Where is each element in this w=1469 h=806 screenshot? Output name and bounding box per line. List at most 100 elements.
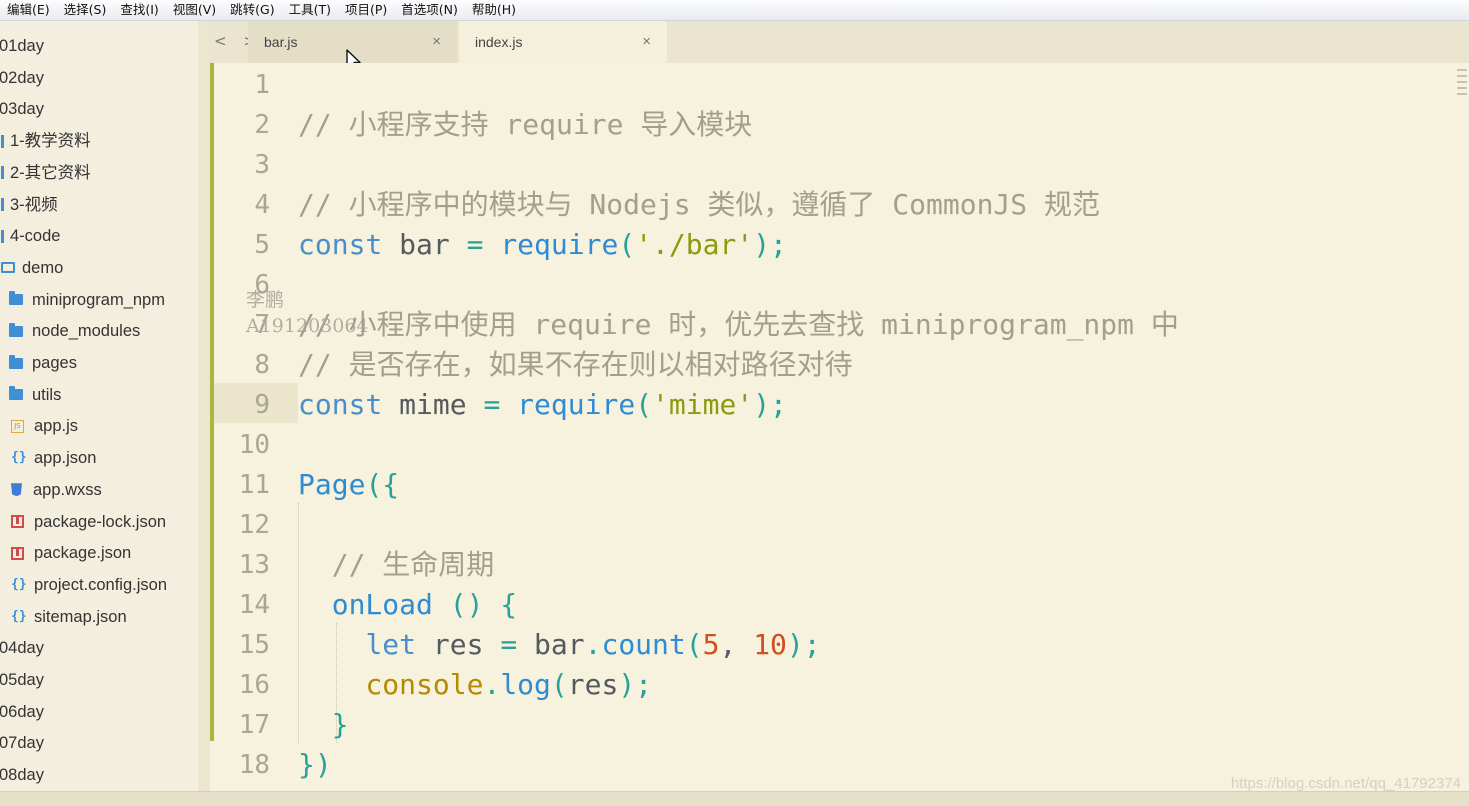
line-number: 4 [254,190,270,220]
sidebar-item-label: 3-视频 [10,195,58,214]
sidebar-item[interactable]: utils [9,380,61,410]
sidebar-item-label: miniprogram_npm [32,290,165,309]
sidebar-item-label: pages [32,354,77,372]
sidebar-scrollbar[interactable] [198,21,210,791]
code-token: ( [550,668,568,701]
code-token: // 小程序支持 require 导入模块 [298,108,753,141]
sidebar-item[interactable]: 08day [0,760,44,790]
code-line: 18}) [210,745,1450,785]
code-token: bar [517,628,585,661]
code-token: require [517,388,636,421]
line-number: 12 [238,510,270,540]
sidebar-item[interactable]: 03day [0,94,44,124]
sidebar-item[interactable]: 01day [0,31,44,61]
sidebar-item-label: 07day [0,734,44,753]
menu-bar: 编辑(E) 选择(S) 查找(I) 视图(V) 跳转(G) 工具(T) 项目(P) 首选项(N… [0,0,1469,21]
folder-icon [9,386,23,401]
sidebar-item-label: 08day [0,766,44,785]
line-number: 9 [254,390,270,420]
sidebar-item[interactable]: {} sitemap.json [11,602,127,632]
close-icon[interactable]: × [432,21,441,63]
code-token: ); [753,388,787,421]
sidebar-item[interactable]: 04day [0,633,44,663]
code-token: 'mime' [652,388,754,421]
sidebar-item-label: app.json [34,449,97,468]
sidebar-item[interactable]: package-lock.json [11,507,166,537]
sidebar-item[interactable]: 4-code [1,221,60,251]
sidebar-item[interactable]: 06day [0,697,44,727]
tab-index-js[interactable]: index.js × [459,21,667,63]
sidebar-item[interactable]: {} app.json [11,443,96,473]
css-file-icon [11,483,22,497]
sidebar-item-label: 04day [0,639,44,658]
code-line: 5 const bar = require('./bar'); [210,225,1450,265]
sidebar-item[interactable]: package.json [11,538,131,568]
code-token: onLoad [331,588,433,621]
folder-icon [9,291,23,306]
menu-item[interactable]: 项目(P) [338,0,394,20]
tab-label: index.js [475,34,523,50]
line-number: 17 [238,710,270,740]
code-token: const [298,388,383,421]
sidebar-item[interactable]: 05day [0,665,44,695]
sidebar-item-label: 03day [0,100,44,119]
code-text: onLoad () { [298,585,517,625]
menu-item[interactable]: 选择(S) [57,0,114,20]
status-bar [0,791,1469,806]
menu-item[interactable]: 工具(T) [282,0,338,20]
code-token: }) [298,748,332,781]
sidebar-item-label: package.json [34,544,132,563]
close-icon[interactable]: × [642,21,651,63]
code-text: // 生命周期 [298,545,495,585]
sidebar-item[interactable]: 1-教学资料 [1,126,91,156]
sidebar-item[interactable]: 2-其它资料 [1,158,91,188]
line-number: 18 [238,750,270,780]
js-file-icon: JS [11,419,24,433]
code-token: const [298,228,383,261]
code-line: 3 [210,145,1450,185]
menu-item[interactable]: 跳转(G) [223,0,281,20]
line-number: 13 [238,550,270,580]
code-token: () { [432,588,518,621]
line-number: 1 [254,70,270,100]
code-token: } [298,708,349,741]
sidebar-item[interactable]: 02day [0,63,44,93]
menu-item[interactable]: 帮助(H) [465,0,523,20]
minimap[interactable] [1457,69,1467,105]
sidebar-item[interactable]: JS app.js [11,411,78,441]
sidebar-item-label: 05day [0,671,44,689]
line-number: 6 [254,270,270,300]
sidebar-item[interactable]: node_modules [9,316,140,346]
sidebar-item[interactable]: pages [9,348,77,378]
menu-item[interactable]: 编辑(E) [0,0,57,20]
code-token: res [567,668,619,701]
code-token: // 小程序中使用 require 时，优先去查找 miniprogram_np… [298,308,1179,341]
code-token: ); [618,668,653,701]
code-line: 2 // 小程序支持 require 导入模块 [210,105,1450,145]
sidebar-item[interactable]: 07day [0,728,44,758]
sidebar-item[interactable]: {} project.config.json [11,570,167,600]
code-line: 17 } [210,705,1450,745]
code-line: 4 // 小程序中的模块与 Nodejs 类似，遵循了 CommonJS 规范 [210,185,1450,225]
sidebar-item[interactable]: demo [1,253,63,283]
code-line: 12 [210,505,1450,545]
code-token: = [500,628,518,661]
line-number: 3 [254,150,270,180]
code-text: } [298,705,349,745]
code-token: ( [618,228,636,261]
sidebar-item[interactable]: app.wxss [9,475,102,505]
sidebar-item-label: node_modules [32,322,141,341]
line-number: 7 [254,310,270,340]
code-token: . [483,668,501,701]
code-text: Page({ [298,465,399,505]
tab-label: bar.js [264,34,298,50]
sidebar-item[interactable]: 3-视频 [1,190,58,220]
sidebar-item[interactable]: miniprogram_npm [9,285,165,315]
menu-item[interactable]: 首选项(N) [394,0,465,20]
menu-item[interactable]: 查找(I) [113,0,165,20]
sidebar-item-label: utils [32,385,62,404]
code-editor[interactable]: 李鹏 A191203064 https://blog.csdn.net/qq_4… [210,63,1469,792]
menu-item[interactable]: 视图(V) [166,0,223,20]
